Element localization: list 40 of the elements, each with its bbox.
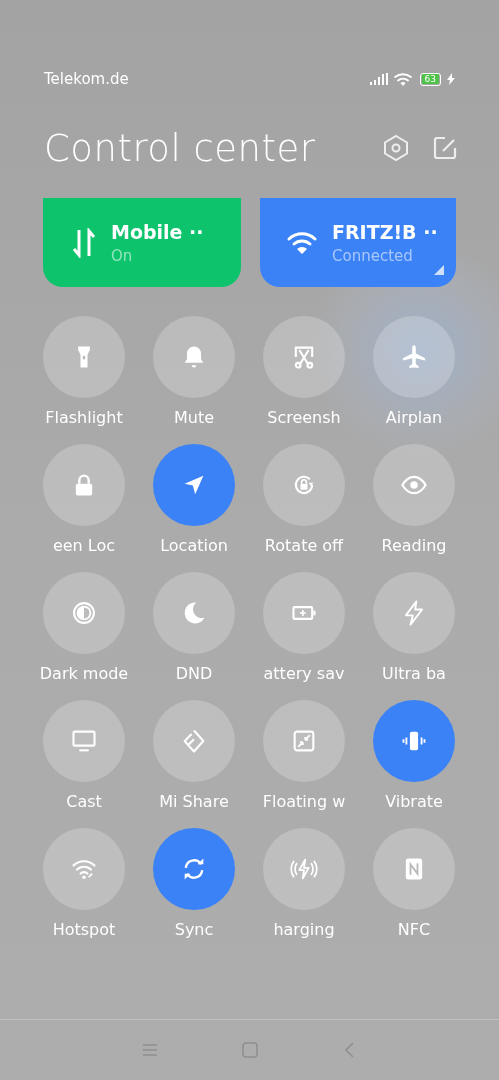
toggle-label: Mute xyxy=(173,408,215,428)
wifi-icon xyxy=(286,229,318,256)
tile-status: On xyxy=(111,246,134,265)
toggle-label: Sync xyxy=(174,920,214,940)
connection-tile[interactable]: FRITZ!B ·· Connected xyxy=(260,198,456,287)
battery-indicator: 63 xyxy=(419,72,441,86)
toggle-label: Cast xyxy=(66,792,102,812)
contrast-icon xyxy=(70,599,98,627)
toggle-label: een Loc xyxy=(52,536,116,556)
corner-triangle-icon xyxy=(434,265,444,275)
edit-icon[interactable] xyxy=(431,134,459,162)
toggle-label: NFC xyxy=(397,920,431,940)
toggle-label: Reading xyxy=(381,536,447,556)
wifi-icon xyxy=(393,71,414,87)
home-icon[interactable] xyxy=(239,1040,260,1060)
toggle-label: Dark mode xyxy=(39,664,129,684)
data-arrows-icon xyxy=(71,227,97,258)
toggle-label: Floating w xyxy=(262,792,346,812)
toggle-label: DND xyxy=(175,664,213,684)
toggle-label: attery sav xyxy=(263,664,345,684)
toggle-label: Mi Share xyxy=(159,792,229,812)
toggle-label: Location xyxy=(160,536,228,556)
toggle-label: Flashlight xyxy=(45,408,123,428)
carrier-name: Telekom.de xyxy=(44,70,129,88)
settings-icon[interactable] xyxy=(382,134,410,162)
tile-title: Mobile ·· xyxy=(111,220,204,243)
toggle-label: Hotspot xyxy=(52,920,116,940)
signal-icon xyxy=(369,73,388,85)
airplane-icon xyxy=(400,343,428,371)
toggle-label: Airplan xyxy=(385,408,443,428)
toggle-label: Screensh xyxy=(267,408,341,428)
connection-tile[interactable]: Mobile ·· On xyxy=(43,198,241,287)
toggle-label: Vibrate xyxy=(385,792,443,812)
toggle-label: Rotate off xyxy=(264,536,344,556)
toggle-label: Ultra ba xyxy=(382,664,446,684)
charging-bolt-icon xyxy=(447,73,455,85)
page-title: Control center xyxy=(44,126,317,170)
tile-status: Connected xyxy=(332,246,414,265)
toggle-label: harging xyxy=(273,920,335,940)
tile-title: FRITZ!B ·· xyxy=(332,220,438,243)
